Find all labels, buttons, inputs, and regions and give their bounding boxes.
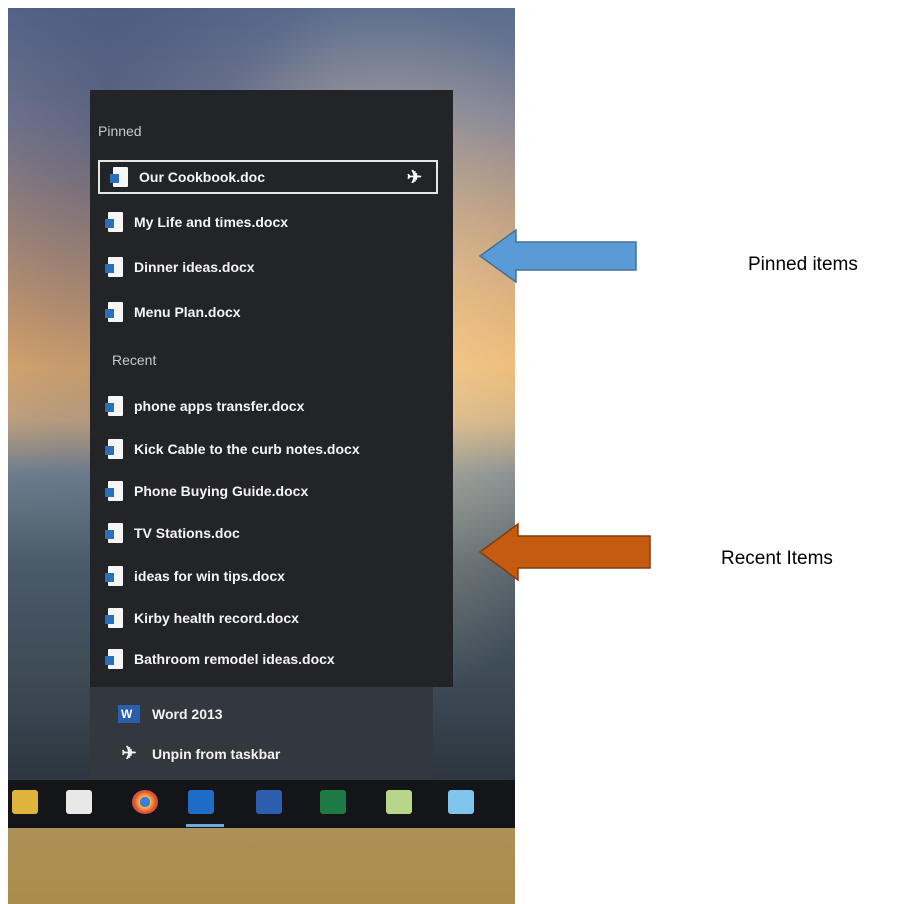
word-document-icon [105,608,123,628]
pinned-items-annotation: Pinned items [748,254,858,275]
store-icon[interactable] [66,790,92,814]
recent-item[interactable]: ideas for win tips.docx [105,564,285,588]
word-document-icon [110,167,128,187]
item-label: Kirby health record.docx [134,610,299,626]
word-jump-list: Pinned Our Cookbook.doc ✈ My Life and ti… [90,90,453,780]
file-explorer-icon[interactable] [12,790,38,814]
word-document-icon [105,439,123,459]
active-app-indicator [186,824,224,827]
recent-item[interactable]: TV Stations.doc [105,521,240,545]
word-document-icon [105,649,123,669]
word-document-icon [105,481,123,501]
taskbar [8,780,515,828]
outlook-icon[interactable] [188,790,214,814]
item-label: Bathroom remodel ideas.docx [134,651,335,667]
word-app-icon: W [118,705,140,723]
open-word-button[interactable]: W Word 2013 [118,705,223,723]
recent-items-annotation: Recent Items [721,548,833,569]
item-label: Kick Cable to the curb notes.docx [134,441,360,457]
word-document-icon [105,212,123,232]
recent-item[interactable]: Bathroom remodel ideas.docx [105,647,335,671]
pinned-heading: Pinned [98,123,142,139]
word-icon[interactable] [256,790,282,814]
chrome-icon[interactable] [132,790,158,814]
word-document-icon [105,302,123,322]
item-label: Our Cookbook.doc [139,169,265,185]
item-label: Phone Buying Guide.docx [134,483,309,499]
unpin-label: Unpin from taskbar [152,745,281,762]
jump-list-panel: Pinned Our Cookbook.doc ✈ My Life and ti… [90,90,453,687]
recent-item[interactable]: phone apps transfer.docx [105,394,304,418]
item-label: Dinner ideas.docx [134,259,255,275]
pinned-item-our-cookbook[interactable]: Our Cookbook.doc ✈ [98,160,438,194]
item-label: phone apps transfer.docx [134,398,305,414]
word-document-icon [105,566,123,586]
recent-heading: Recent [112,352,157,368]
pinned-item-menu-plan[interactable]: Menu Plan.docx [105,300,241,324]
item-label: My Life and times.docx [134,214,289,230]
pinned-item-my-life[interactable]: My Life and times.docx [105,210,288,234]
app-icon[interactable] [386,790,412,814]
pinned-item-dinner-ideas[interactable]: Dinner ideas.docx [105,255,255,279]
recent-arrow [478,522,651,582]
recent-item[interactable]: Phone Buying Guide.docx [105,479,308,503]
word-document-icon [105,257,123,277]
excel-icon[interactable] [320,790,346,814]
item-label: Menu Plan.docx [134,304,241,320]
word-document-icon [105,396,123,416]
app-name: Word 2013 [152,706,223,722]
word-document-icon [105,523,123,543]
item-label: TV Stations.doc [134,525,240,541]
unpin-icon[interactable]: ✈ [407,167,422,188]
item-label: ideas for win tips.docx [134,568,285,584]
unpin-icon: ✈ [121,743,137,763]
jump-list-footer: W Word 2013 ✈ Unpin from taskbar [90,687,433,780]
unpin-from-taskbar-button[interactable]: ✈ Unpin from taskbar [118,743,280,764]
recent-item[interactable]: Kick Cable to the curb notes.docx [105,437,360,461]
calculator-icon[interactable] [448,790,474,814]
pinned-arrow [478,228,637,284]
recent-item[interactable]: Kirby health record.docx [105,606,299,630]
